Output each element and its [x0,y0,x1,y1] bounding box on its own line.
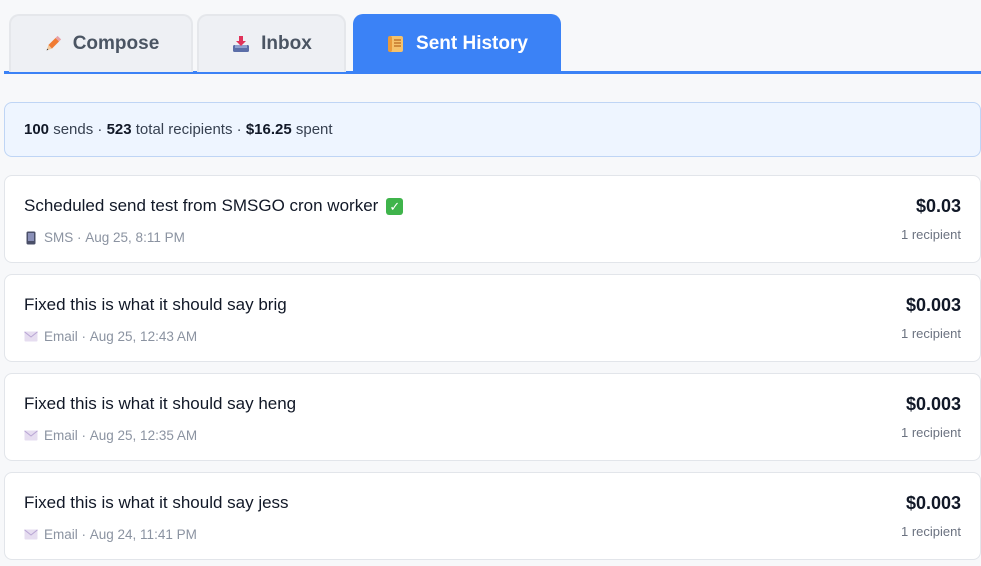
history-item[interactable]: Fixed this is what it should say heng Em… [4,373,981,461]
meta-separator: · [73,230,86,245]
tab-sent-history-label: Sent History [416,33,528,54]
history-item-date: Aug 25, 12:43 AM [89,329,198,344]
tab-compose-label: Compose [72,33,160,54]
pencil-icon [43,34,63,54]
history-item-cost: $0.003 [905,394,961,414]
history-item-recipients: 1 recipient [901,524,961,539]
history-item-date: Aug 25, 12:35 AM [89,428,198,443]
phone-icon [24,231,38,245]
spent-label: spent [291,121,333,138]
meta-separator: · [77,527,90,542]
envelope-icon [24,528,38,542]
history-item-title-row: Fixed this is what it should say brig [24,295,287,315]
history-item-cost: $0.003 [905,493,961,513]
meta-separator: · [77,428,90,443]
meta-separator: · [77,329,90,344]
sends-count: 100 [24,121,50,138]
history-item-recipients: 1 recipient [901,425,961,440]
tab-inbox[interactable]: Inbox [197,14,346,72]
history-item-meta: SMS · Aug 25, 8:11 PM [24,230,185,245]
history-item-recipients: 1 recipient [901,227,961,242]
history-item-meta: Email · Aug 25, 12:43 AM [24,329,197,344]
history-item-title-row: Fixed this is what it should say jess [24,493,289,513]
envelope-icon [24,330,38,344]
recipients-count: 523 [106,121,132,138]
history-item-recipients: 1 recipient [901,326,961,341]
history-summary: 100 sends · 523 total recipients · $16.2… [4,102,981,157]
history-item-channel: SMS [44,230,74,245]
scroll-icon [386,34,406,54]
history-item-title-row: Scheduled send test from SMSGO cron work… [24,196,404,216]
envelope-icon [24,429,38,443]
history-item[interactable]: Fixed this is what it should say brig Em… [4,274,981,362]
recipients-label: total recipients · [131,121,246,138]
history-item-title: Fixed this is what it should say jess [24,493,289,512]
history-item-date: Aug 25, 8:11 PM [85,230,185,245]
tab-compose[interactable]: Compose [9,14,193,72]
spent-amount: $16.25 [245,121,292,138]
history-item-channel: Email [44,527,78,542]
tab-bar: Compose Inbox Sent History [4,14,981,74]
history-item-title: Fixed this is what it should say heng [24,394,297,413]
history-item-title: Scheduled send test from SMSGO cron work… [24,196,379,215]
history-item-title: Fixed this is what it should say brig [24,295,287,314]
history-item-channel: Email [44,329,78,344]
history-item[interactable]: Fixed this is what it should say jess Em… [4,472,981,560]
tab-inbox-label: Inbox [261,33,312,54]
history-item-meta: Email · Aug 25, 12:35 AM [24,428,197,443]
history-item-channel: Email [44,428,78,443]
history-item-date: Aug 24, 11:41 PM [89,527,197,542]
history-item-meta: Email · Aug 24, 11:41 PM [24,527,197,542]
sends-label: sends · [49,121,107,138]
history-item[interactable]: Scheduled send test from SMSGO cron work… [4,175,981,263]
tab-sent-history[interactable]: Sent History [353,14,561,72]
history-item-title-row: Fixed this is what it should say heng [24,394,296,414]
history-item-cost: $0.03 [915,196,961,216]
check-mark-icon: ✓ [386,197,404,215]
history-item-cost: $0.003 [905,295,961,315]
inbox-tray-icon [231,34,251,54]
